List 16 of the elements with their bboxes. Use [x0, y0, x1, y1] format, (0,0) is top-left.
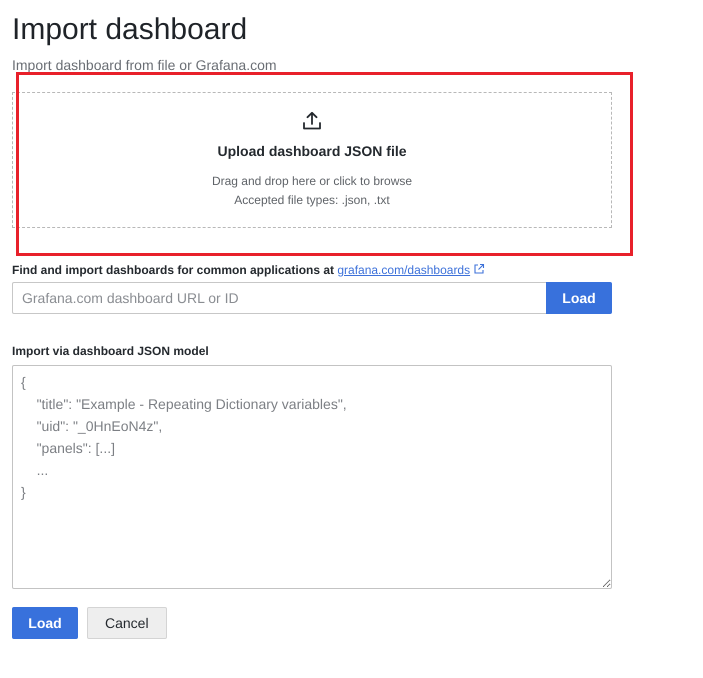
upload-title: Upload dashboard JSON file: [217, 142, 407, 160]
page-subtitle: Import dashboard from file or Grafana.com: [12, 57, 277, 74]
import-hint-text: Find and import dashboards for common applications at grafana.com/dashboards: [12, 262, 486, 278]
upload-dropzone[interactable]: Upload dashboard JSON file Drag and drop here or click to browse Accepted file types: .json, .txt: [12, 92, 612, 228]
dashboards-link[interactable]: grafana.com/dashboards: [337, 263, 470, 277]
json-model-label: Import via dashboard JSON model: [12, 343, 209, 359]
json-model-field[interactable]: { "title": "Example - Repeating Dictionary variables", "uid": "_0HnEoN4z", "panels": [...] ... }: [12, 365, 612, 589]
upload-hint: Drag and drop here or click to browse: [212, 173, 412, 190]
accepted-types-text: Accepted file types: .json, .txt: [234, 192, 390, 209]
cancel-button[interactable]: Cancel: [87, 607, 167, 639]
load-url-button[interactable]: Load: [546, 282, 612, 314]
external-link-icon: [473, 263, 486, 275]
load-button[interactable]: Load: [12, 607, 78, 639]
page-title: Import dashboard: [12, 12, 248, 48]
upload-icon: [302, 111, 322, 131]
dashboard-url-field[interactable]: Grafana.com dashboard URL or ID: [12, 282, 546, 314]
